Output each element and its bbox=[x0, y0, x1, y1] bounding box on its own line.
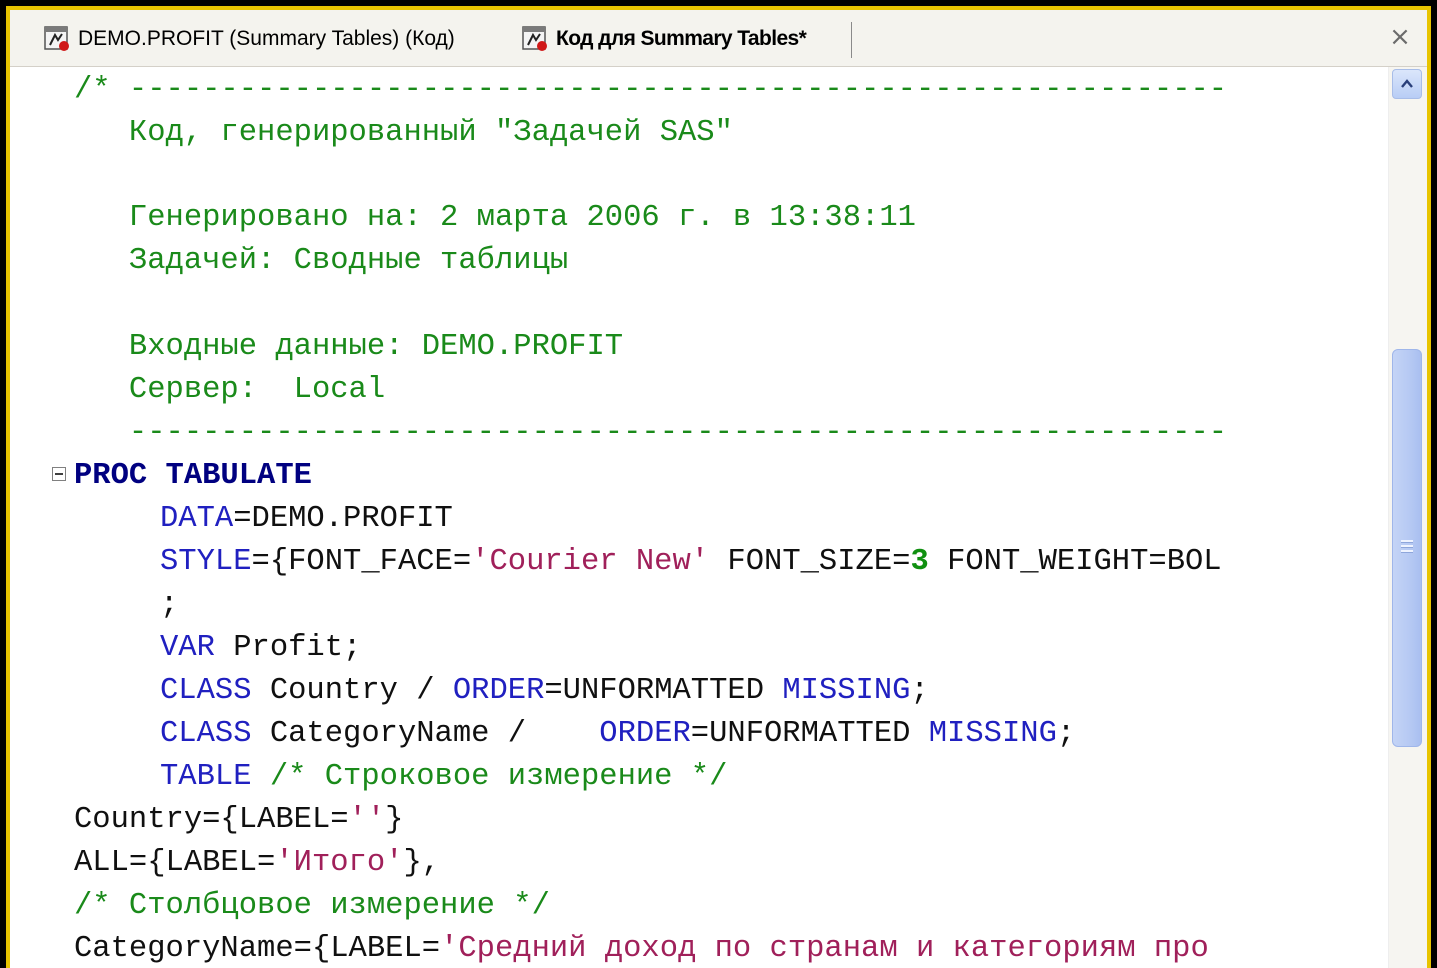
code-line: /* Столбцовое измерение */ bbox=[74, 889, 550, 923]
tab-bar: DEMO.PROFIT (Summary Tables) (Код) Код д… bbox=[10, 10, 1427, 67]
code-line: Входные данные: DEMO.PROFIT bbox=[74, 330, 624, 364]
tab-label: DEMO.PROFIT (Summary Tables) (Код) bbox=[78, 27, 455, 50]
code-line: /* -------------------------------------… bbox=[74, 73, 1228, 107]
scroll-up-button[interactable] bbox=[1392, 69, 1422, 99]
tab-summary-tables-code[interactable]: Код для Summary Tables* bbox=[522, 16, 807, 62]
grip-icon bbox=[1401, 540, 1413, 553]
sas-task-icon bbox=[44, 26, 70, 52]
code-line-proc: PROC TABULATE bbox=[74, 459, 312, 493]
sas-task-icon bbox=[522, 26, 548, 52]
code-line: Генерировано на: 2 марта 2006 г. в 13:38… bbox=[74, 201, 916, 235]
scroll-thumb[interactable] bbox=[1392, 349, 1422, 747]
code-line: DATA=DEMO.PROFIT bbox=[160, 502, 453, 536]
code-line: ALL={LABEL='Итого'}, bbox=[74, 846, 441, 880]
code-line: STYLE={FONT_FACE='Courier New' FONT_SIZE… bbox=[160, 545, 1222, 579]
code-line: CLASS CategoryName / ORDER=UNFORMATTED M… bbox=[160, 717, 1076, 751]
tab-label: Код для Summary Tables* bbox=[556, 27, 807, 50]
code-line: VAR Profit; bbox=[160, 631, 362, 665]
code-line: Country={LABEL=''} bbox=[74, 803, 404, 837]
code-line: Код, генерированный "Задачей SAS" bbox=[74, 116, 733, 150]
code-line: Сервер: Local bbox=[74, 373, 386, 407]
vertical-scrollbar[interactable] bbox=[1388, 67, 1427, 968]
editor-window: DEMO.PROFIT (Summary Tables) (Код) Код д… bbox=[10, 10, 1427, 968]
code-line: ; bbox=[160, 588, 179, 622]
code-line: ----------------------------------------… bbox=[74, 416, 1228, 450]
code-line: TABLE /* Строковое измерение */ bbox=[160, 760, 728, 794]
close-tab-button[interactable]: × bbox=[1385, 20, 1415, 54]
screen-frame: DEMO.PROFIT (Summary Tables) (Код) Код д… bbox=[0, 0, 1437, 968]
code-line: CategoryName={LABEL='Средний доход по ст… bbox=[74, 932, 1209, 966]
chevron-up-icon bbox=[1401, 79, 1413, 88]
tab-demo-profit-code[interactable]: DEMO.PROFIT (Summary Tables) (Код) bbox=[44, 16, 455, 62]
code-line: Задачей: Сводные таблицы bbox=[74, 244, 569, 278]
code-editor[interactable]: /* -------------------------------------… bbox=[10, 67, 1388, 968]
tab-divider bbox=[851, 22, 852, 58]
code-line: CLASS Country / ORDER=UNFORMATTED MISSIN… bbox=[160, 674, 929, 708]
collapse-toggle[interactable] bbox=[52, 467, 66, 481]
